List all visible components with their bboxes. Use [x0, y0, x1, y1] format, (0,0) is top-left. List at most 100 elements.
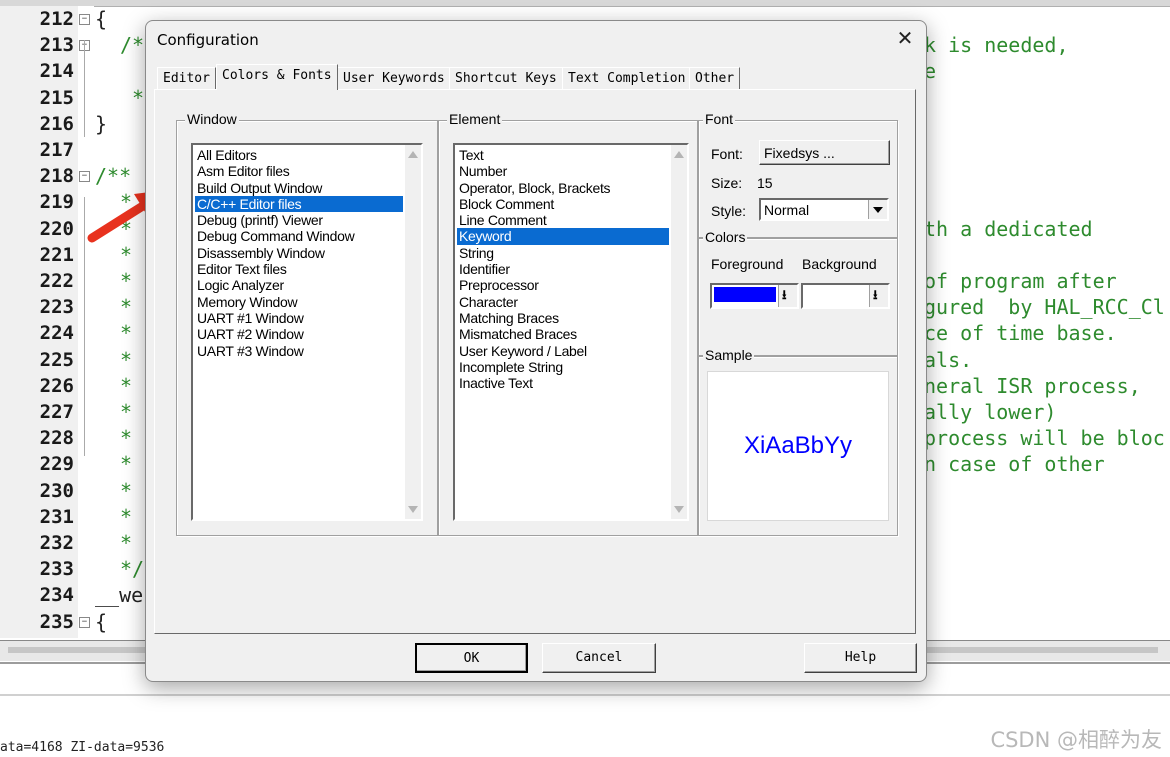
fold-column: [78, 6, 94, 638]
list-item[interactable]: Asm Editor files: [195, 163, 403, 179]
line-number: 230: [39, 479, 74, 502]
tab-user-keywords[interactable]: User Keywords: [337, 67, 451, 89]
code-line-left: *: [120, 295, 133, 320]
line-number: 234: [39, 584, 74, 607]
code-line-left: *: [120, 373, 133, 398]
list-item[interactable]: Memory Window: [195, 294, 403, 310]
list-item[interactable]: Editor Text files: [195, 261, 403, 277]
code-line-left: *: [120, 504, 133, 529]
font-group: Font Font: Fixedsys ... Size: 15 Style: …: [698, 111, 898, 238]
fold-guide-line: [84, 39, 85, 137]
line-number: 227: [39, 401, 74, 423]
window-listbox[interactable]: All Editors Asm Editor files Build Output …: [191, 143, 423, 521]
list-item[interactable]: Build Output Window: [195, 180, 403, 196]
foreground-dropdown-button[interactable]: ⭳: [778, 285, 797, 307]
line-number: 232: [39, 532, 74, 554]
list-item[interactable]: Number: [457, 163, 669, 179]
font-label: Font:: [711, 146, 743, 162]
list-item[interactable]: UART #3 Window: [195, 343, 403, 359]
code-line-left: *: [132, 85, 145, 110]
colors-group-label: Colors: [703, 229, 748, 245]
tab-other[interactable]: Other: [689, 67, 741, 89]
list-item[interactable]: UART #2 Window: [195, 326, 403, 342]
line-number: 219: [39, 191, 74, 214]
style-select[interactable]: Normal: [759, 198, 889, 221]
line-number: 231: [39, 505, 74, 528]
dialog-title: Configuration: [157, 31, 259, 49]
line-number: 214: [39, 60, 74, 83]
fold-toggle-icon[interactable]: −: [79, 616, 90, 628]
code-line-right: process will be bloc: [924, 426, 1165, 451]
list-item[interactable]: String: [457, 245, 669, 261]
fold-toggle-icon[interactable]: −: [79, 14, 90, 25]
list-item[interactable]: Text: [457, 147, 669, 163]
background-color-select[interactable]: ⭳: [801, 283, 890, 309]
scroll-up-icon[interactable]: [408, 151, 418, 158]
window-list-scrollbar[interactable]: [405, 145, 421, 519]
line-number: 212: [39, 8, 74, 30]
list-item[interactable]: Logic Analyzer: [195, 277, 403, 293]
background-dropdown-button[interactable]: ⭳: [869, 285, 888, 307]
font-select-button[interactable]: Fixedsys ...: [759, 140, 890, 165]
arrow-down-icon: ⭳: [873, 287, 878, 302]
cancel-button[interactable]: Cancel: [542, 643, 656, 673]
list-item[interactable]: C/C++ Editor files: [195, 195, 403, 213]
line-number: 226: [39, 374, 74, 397]
list-item[interactable]: Disassembly Window: [195, 245, 403, 261]
tab-editor[interactable]: Editor: [157, 67, 216, 89]
tab-text-completion[interactable]: Text Completion: [562, 67, 692, 89]
arrow-down-icon: ⭳: [782, 287, 787, 302]
code-line-left: *: [120, 478, 133, 503]
list-item[interactable]: User Keyword / Label: [457, 343, 669, 359]
foreground-color-select[interactable]: ⭳: [710, 283, 799, 309]
code-line-left: __we: [95, 583, 144, 608]
scroll-down-icon[interactable]: [408, 506, 418, 513]
build-output-text: ata=4168 ZI-data=9536: [0, 740, 165, 755]
ok-button[interactable]: OK: [415, 643, 528, 673]
style-dropdown-button[interactable]: [868, 200, 887, 219]
scroll-up-icon[interactable]: [674, 151, 684, 158]
help-button[interactable]: Help: [804, 643, 917, 673]
list-item[interactable]: Preprocessor: [457, 277, 669, 293]
tab-shortcut-keys[interactable]: Shortcut Keys: [449, 67, 563, 89]
list-item[interactable]: All Editors: [195, 147, 403, 163]
list-item[interactable]: Character: [457, 294, 669, 310]
code-line-left: {: [95, 7, 108, 31]
code-line-left: /*: [120, 33, 145, 58]
watermark: CSDN @相醉为友: [990, 728, 1162, 752]
line-number: 223: [39, 296, 74, 319]
panel-separator: [0, 694, 1170, 696]
code-line-right: th a dedicated: [924, 216, 1093, 241]
list-item[interactable]: Debug (printf) Viewer: [195, 212, 403, 228]
code-line-right: ce of time base.: [924, 321, 1117, 346]
style-value: Normal: [764, 202, 810, 218]
window-group-label: Window: [185, 111, 239, 127]
scroll-down-icon[interactable]: [674, 506, 684, 513]
foreground-label: Foreground: [711, 256, 784, 272]
line-number: 218: [39, 165, 74, 188]
list-item[interactable]: Inactive Text: [457, 375, 669, 391]
element-listbox[interactable]: Text Number Operator, Block, Brackets Block…: [453, 143, 689, 521]
chevron-down-icon: [873, 207, 883, 213]
element-group: Element Text Number Operator, Block, Brack…: [438, 111, 698, 536]
list-item[interactable]: UART #1 Window: [195, 310, 403, 326]
tab-colors-fonts[interactable]: Colors & Fonts: [216, 64, 338, 90]
code-line-right: gured by HAL_RCC_Cl: [924, 295, 1165, 320]
line-number: 229: [39, 453, 74, 476]
editor-top-border: [0, 0, 1170, 7]
list-item[interactable]: Incomplete String: [457, 359, 669, 375]
list-item[interactable]: Debug Command Window: [195, 228, 403, 244]
list-item[interactable]: Matching Braces: [457, 310, 669, 326]
list-item[interactable]: Block Comment: [457, 196, 669, 212]
sample-group-label: Sample: [703, 347, 755, 363]
code-line-left: *: [120, 400, 133, 424]
close-icon[interactable]: ✕: [894, 27, 916, 49]
element-list-scrollbar[interactable]: [671, 145, 687, 519]
list-item[interactable]: Mismatched Braces: [457, 326, 669, 342]
element-group-label: Element: [447, 111, 503, 127]
list-item[interactable]: Keyword: [457, 228, 669, 245]
list-item[interactable]: Identifier: [457, 261, 669, 277]
code-line-left: */: [120, 557, 145, 582]
list-item[interactable]: Line Comment: [457, 212, 669, 228]
list-item[interactable]: Operator, Block, Brackets: [457, 180, 669, 196]
